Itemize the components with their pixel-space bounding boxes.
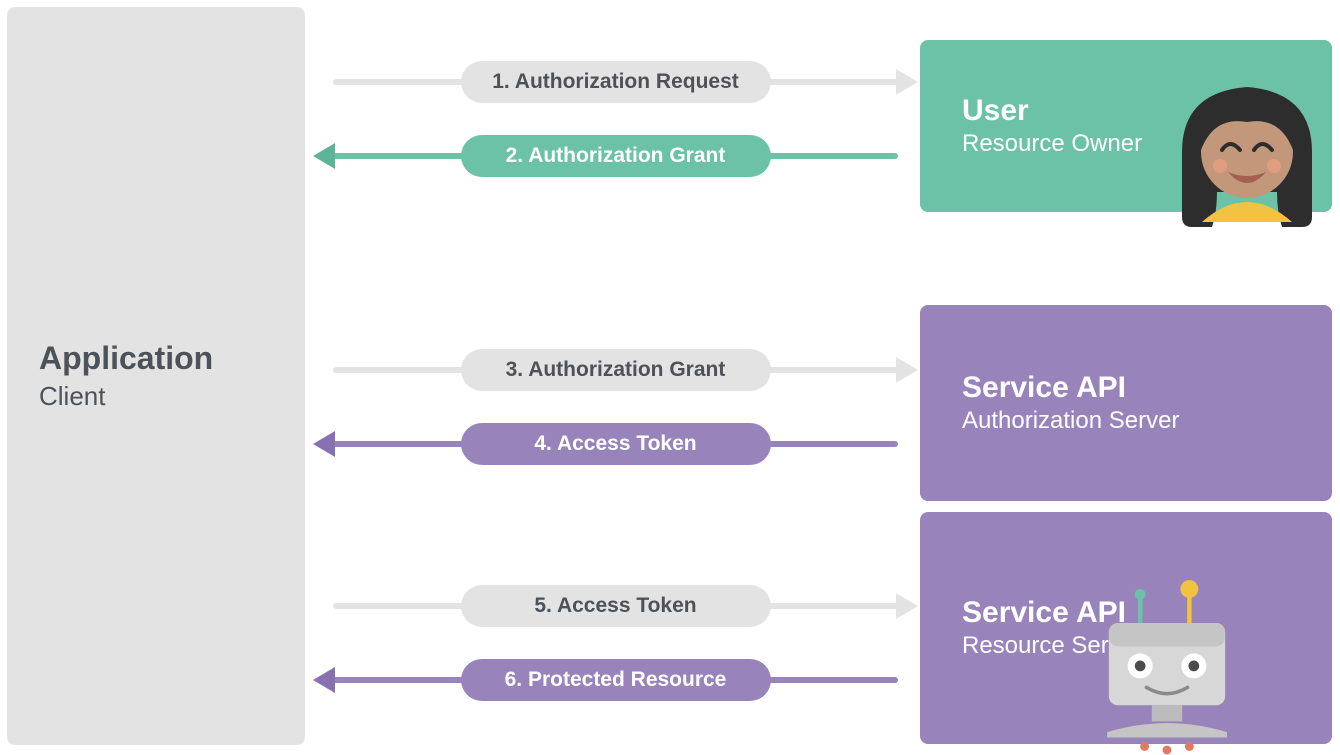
client-title: Application: [39, 340, 273, 377]
user-avatar-icon: [1162, 62, 1332, 232]
arrow-right-icon: [896, 357, 918, 383]
arrow-left-icon: [313, 143, 335, 169]
flow-protected-resource-response: 6. Protected Resource: [333, 658, 898, 702]
flow-label: 1. Authorization Request: [461, 61, 771, 103]
arrow-right-icon: [896, 69, 918, 95]
flow-access-token-response: 4. Access Token: [333, 422, 898, 466]
flow-label: 3. Authorization Grant: [461, 349, 771, 391]
arrow-left-icon: [313, 667, 335, 693]
arrow-left-icon: [313, 431, 335, 457]
flow-auth-grant-response: 2. Authorization Grant: [333, 134, 898, 178]
flow-label: 2. Authorization Grant: [461, 135, 771, 177]
user-box: User Resource Owner: [920, 40, 1332, 212]
flow-label: 6. Protected Resource: [461, 659, 771, 701]
auth-subtitle: Authorization Server: [962, 407, 1332, 435]
flow-label: 4. Access Token: [461, 423, 771, 465]
flow-access-token-request: 5. Access Token: [333, 584, 898, 628]
robot-icon: [1082, 580, 1252, 750]
flow-auth-grant-request: 3. Authorization Grant: [333, 348, 898, 392]
auth-server-box: Service API Authorization Server: [920, 305, 1332, 501]
flow-label: 5. Access Token: [461, 585, 771, 627]
client-box: Application Client: [7, 7, 305, 745]
client-subtitle: Client: [39, 381, 273, 412]
arrow-right-icon: [896, 593, 918, 619]
auth-title: Service API: [962, 371, 1332, 405]
resource-server-box: Service API Resource Server: [920, 512, 1332, 744]
flow-auth-request: 1. Authorization Request: [333, 60, 898, 104]
